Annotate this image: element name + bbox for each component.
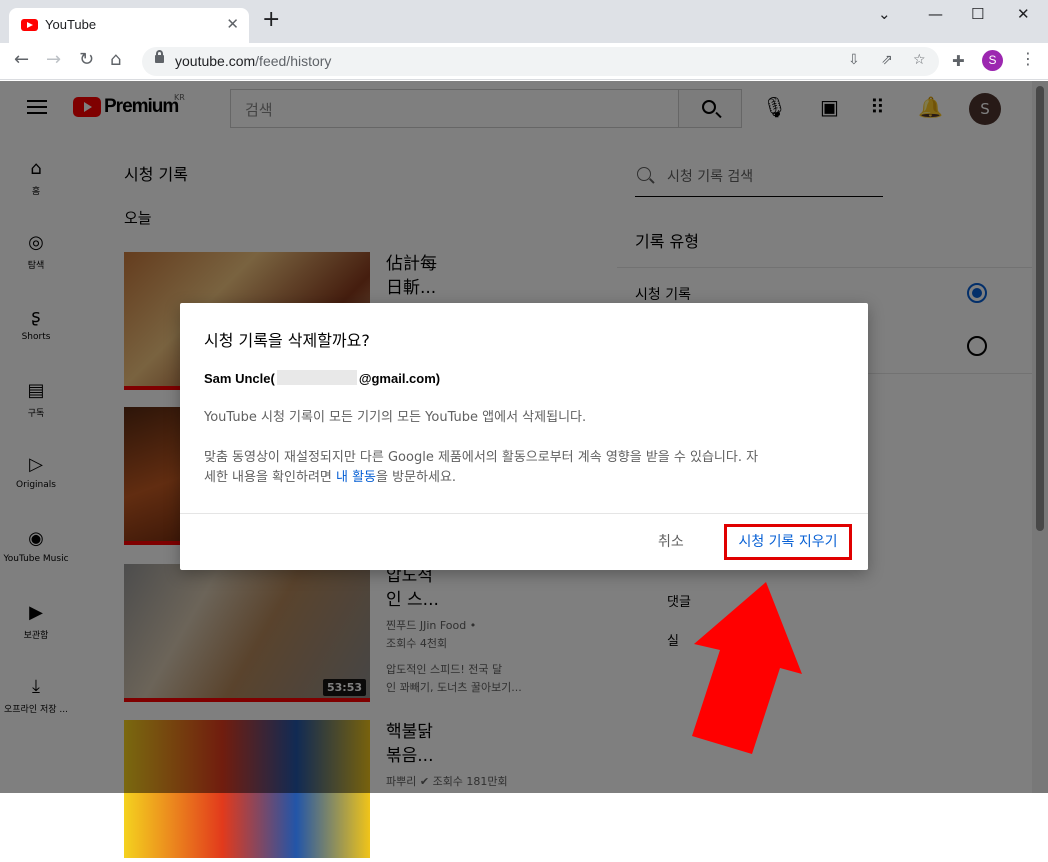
clear-history-button[interactable]: 시청 기록 지우기 [724,524,852,560]
youtube-favicon-icon [21,19,38,31]
maximize-button[interactable]: ☐ [971,5,984,23]
redacted-email [276,370,357,385]
browser-tabstrip: YouTube ✕ + ⌄ — ☐ ✕ [0,0,1048,43]
browser-toolbar: ← → ↻ ⌂ youtube.com/feed/history ⇩ ⇗ ☆ ✚ [0,43,1048,80]
back-arrow-icon[interactable]: ← [14,50,29,70]
lock-icon[interactable] [155,50,164,63]
tab-search-icon[interactable]: ⌄ [878,5,891,23]
browser-profile-avatar[interactable]: S [982,50,1003,71]
new-tab-button[interactable]: + [262,9,280,31]
account-label: Sam Uncle(@gmail.com) [204,370,441,386]
browser-menu-icon[interactable]: ⋮ [1020,49,1036,68]
minimize-button[interactable]: — [928,5,943,23]
tab-close-icon[interactable]: ✕ [226,15,239,33]
cancel-button[interactable]: 취소 [648,529,694,553]
share-icon[interactable]: ⇗ [881,52,893,68]
extensions-puzzle-icon[interactable]: ✚ [952,52,965,70]
address-bar[interactable]: youtube.com/feed/history ⇩ ⇗ ☆ [142,47,939,76]
bookmark-star-icon[interactable]: ☆ [913,52,926,68]
tab-title: YouTube [45,17,97,32]
window-close-button[interactable]: ✕ [1017,5,1030,23]
dialog-note-line2: 세한 내용을 확인하려면 내 활동을 방문하세요. [204,470,457,485]
forward-arrow-icon[interactable]: → [46,50,61,70]
reload-icon[interactable]: ↻ [79,50,94,70]
dialog-note-line1: 맞춤 동영상이 재설정되지만 다른 Google 제품에서의 활동으로부터 계속… [204,450,759,465]
annotation-arrow-icon [692,582,802,754]
install-app-icon[interactable]: ⇩ [848,52,860,68]
browser-tab[interactable]: YouTube ✕ [9,8,249,43]
dialog-divider [180,513,868,514]
dialog-title: 시청 기록을 삭제할까요? [204,331,370,350]
dialog-description: YouTube 시청 기록이 모든 기기의 모든 YouTube 앱에서 삭제됩… [204,410,587,425]
home-icon[interactable]: ⌂ [110,50,121,70]
my-activity-link[interactable]: 내 활동 [336,470,376,485]
url-text[interactable]: youtube.com/feed/history [175,53,331,69]
clear-history-dialog: 시청 기록을 삭제할까요? Sam Uncle(@gmail.com) YouT… [180,303,868,570]
